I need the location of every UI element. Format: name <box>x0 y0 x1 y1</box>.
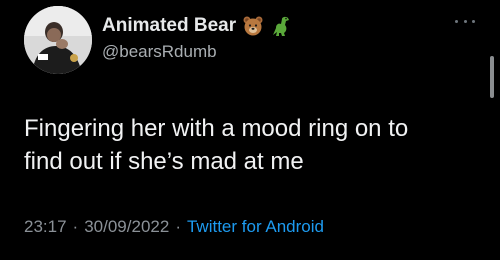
author-display-name[interactable]: Animated Bear <box>102 15 236 37</box>
tweet-text: Fingering her with a mood ring on to fin… <box>24 115 409 175</box>
avatar[interactable] <box>24 6 92 74</box>
meta-separator: · <box>72 217 79 236</box>
more-options-icon[interactable] <box>455 14 475 28</box>
dinosaur-icon <box>270 15 292 37</box>
avatar-photo <box>24 6 92 74</box>
bear-face-icon <box>242 15 264 37</box>
tweet-time[interactable]: 23:17 <box>24 217 67 236</box>
scrollbar[interactable] <box>490 56 494 98</box>
author-name-row[interactable]: Animated Bear <box>102 12 292 40</box>
tweet-card: Animated Bear @bearsRdumb Fingering her … <box>0 0 500 260</box>
meta-separator: · <box>175 217 181 236</box>
tweet-source-link[interactable]: Twitter for Android <box>187 217 324 236</box>
tweet-date[interactable]: 30/09/2022 <box>84 217 169 236</box>
tweet-metadata: 23:17 · 30/09/2022 · Twitter for Android <box>24 217 324 237</box>
author-handle[interactable]: @bearsRdumb <box>102 42 217 62</box>
